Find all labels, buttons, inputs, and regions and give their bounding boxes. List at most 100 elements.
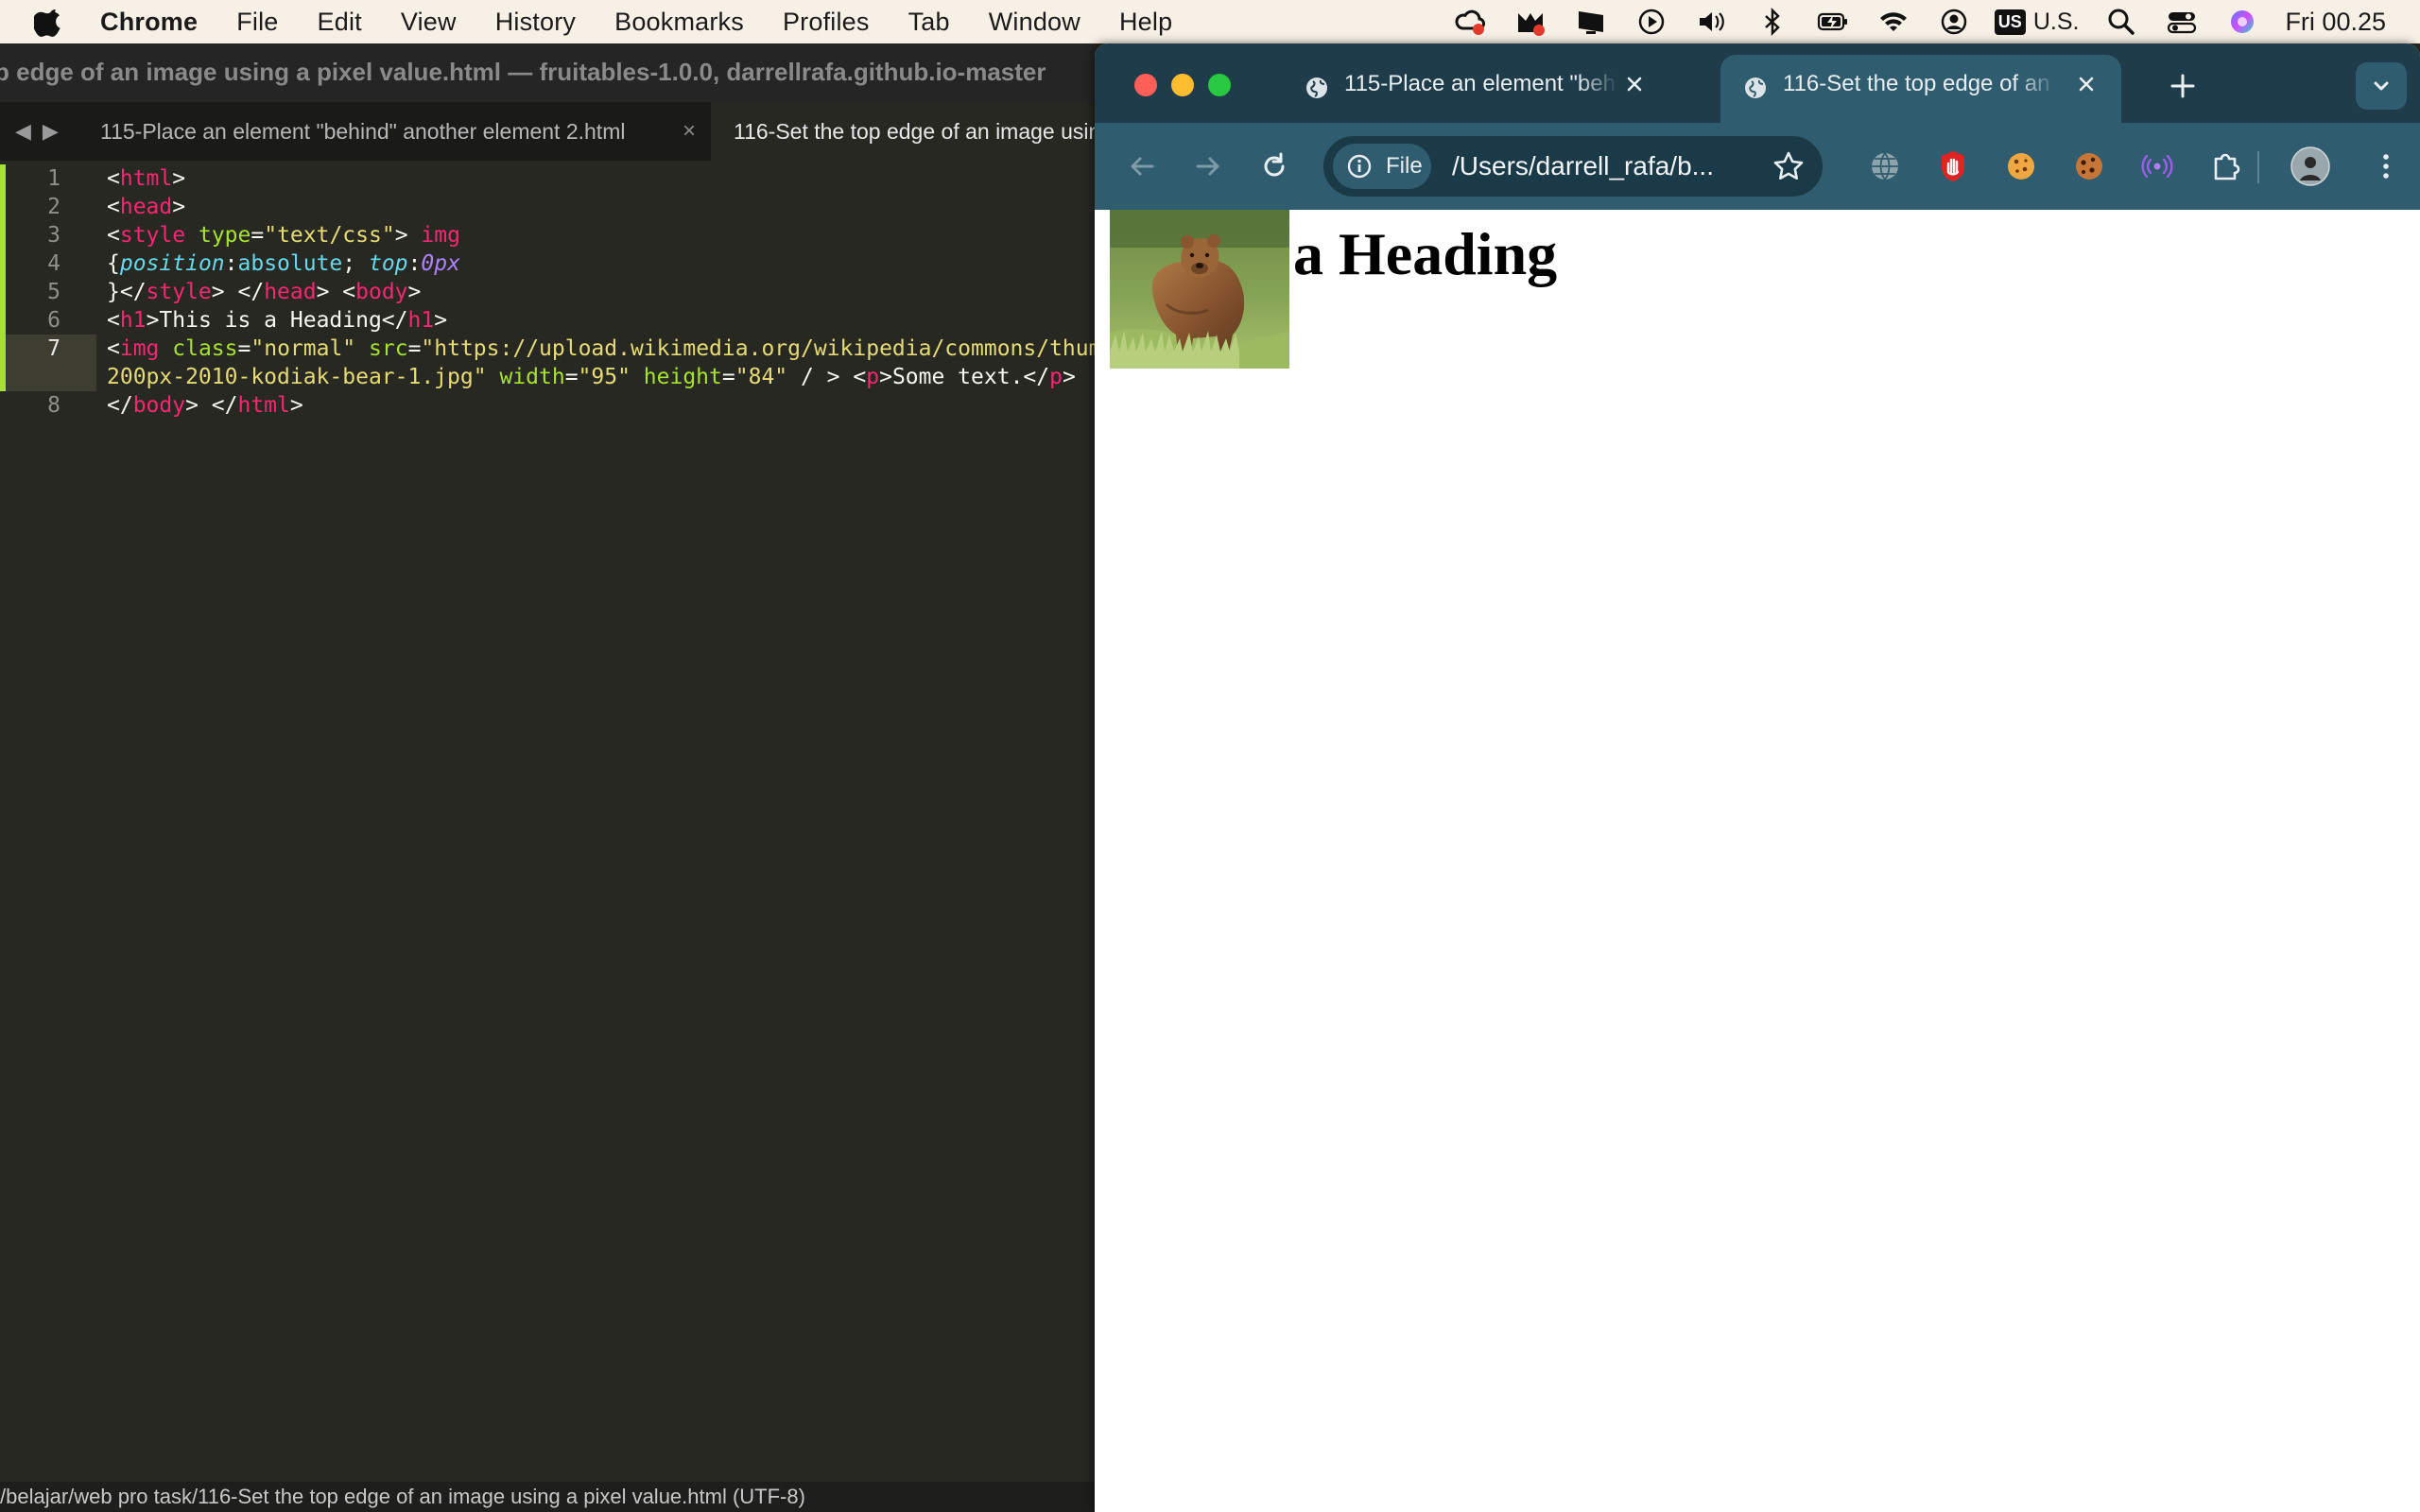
site-info-chip[interactable]: File	[1333, 144, 1431, 189]
menu-file[interactable]: File	[236, 8, 278, 37]
user-account-icon[interactable]	[1936, 4, 1972, 40]
menu-profiles[interactable]: Profiles	[783, 8, 870, 37]
puzzle-icon[interactable]	[2204, 146, 2246, 187]
chrome-window: 115-Place an element "behind" another el…	[1095, 43, 2420, 1512]
code-line: 5 }</style> </head> <body>	[0, 278, 1095, 306]
code-token: h1	[407, 308, 435, 333]
code-token: >	[407, 280, 422, 304]
window-zoom-button[interactable]	[1208, 74, 1231, 96]
close-icon[interactable]	[2072, 70, 2100, 98]
chrome-tab-116[interactable]: 116-Set the top edge of an image using a…	[1720, 55, 2121, 123]
menu-tab[interactable]: Tab	[908, 8, 950, 37]
code-token: :	[407, 251, 422, 276]
page-heading: a Heading	[1293, 220, 1558, 287]
spotlight-search-icon[interactable]	[2103, 4, 2139, 40]
broadcast-icon[interactable]	[2136, 146, 2178, 187]
wifi-icon[interactable]	[1876, 4, 1911, 40]
input-source-icon[interactable]: US	[1994, 9, 2026, 35]
cookie-editor-icon[interactable]	[2068, 146, 2110, 187]
chrome-tab-title: 116-Set the top edge of an image using a…	[1783, 71, 2057, 96]
code-token: style	[146, 280, 212, 304]
code-line: 3 <style type="text/css"> img	[0, 221, 1095, 249]
globe-icon[interactable]	[1864, 146, 1906, 187]
code-token: img	[421, 223, 460, 248]
menu-history[interactable]: History	[495, 8, 576, 37]
editor-status-bar: /belajar/web pro task/116-Set the top ed…	[0, 1482, 1095, 1512]
code-token: > <	[316, 280, 356, 304]
code-line-active: 7 <img class="normal" src="https://uploa…	[0, 335, 1095, 363]
code-token: 200px-2010-kodiak-bear-1.jpg"	[107, 365, 487, 389]
code-token: position	[119, 251, 225, 276]
window-minimize-button[interactable]	[1171, 74, 1194, 96]
code-token: =	[564, 365, 579, 389]
code-token: style	[119, 223, 186, 248]
line-number: 5	[47, 280, 60, 304]
tab-nav-forward-icon[interactable]: ▶	[43, 119, 59, 144]
code-token: >Some text.</	[879, 365, 1050, 389]
menu-view[interactable]: View	[401, 8, 457, 37]
window-close-button[interactable]	[1134, 74, 1157, 96]
line-number: 6	[47, 308, 60, 333]
address-bar[interactable]: File /Users/darrell_rafa/b...	[1323, 136, 1823, 197]
menu-bookmarks[interactable]: Bookmarks	[614, 8, 744, 37]
code-token: >	[172, 195, 186, 219]
code-token: head	[119, 195, 173, 219]
creative-cloud-icon[interactable]	[1452, 4, 1488, 40]
bookmark-star-icon[interactable]	[1772, 149, 1806, 183]
control-center-icon[interactable]	[2164, 4, 2200, 40]
code-token: ;	[342, 251, 369, 276]
code-token: >	[394, 223, 422, 248]
reload-button[interactable]	[1255, 147, 1293, 185]
display-icon[interactable]	[1573, 4, 1609, 40]
code-token: >	[172, 166, 186, 191]
menu-chrome[interactable]: Chrome	[100, 8, 198, 37]
menu-bar-clock[interactable]: Fri 00.25	[2285, 8, 2386, 37]
apple-icon[interactable]	[34, 6, 66, 38]
code-token: head	[264, 280, 317, 304]
new-tab-plus-icon[interactable]	[2167, 70, 2199, 102]
code-token: <	[107, 336, 120, 361]
input-source-label[interactable]: U.S.	[2033, 9, 2080, 36]
profile-avatar[interactable]	[2290, 146, 2331, 187]
forward-button[interactable]	[1189, 147, 1227, 185]
address-bar-url[interactable]: /Users/darrell_rafa/b...	[1452, 136, 1714, 197]
code-line: 6 <h1>This is a Heading</h1>	[0, 306, 1095, 335]
arrow-left-icon	[1131, 157, 1154, 176]
chrome-tab-115[interactable]: 115-Place an element "behind" another el…	[1282, 55, 1669, 123]
editor-tab-115[interactable]: 115-Place an element "behind" another el…	[81, 102, 705, 161]
chrome-menu-button[interactable]	[2367, 147, 2405, 185]
battery-charging-icon[interactable]	[1815, 4, 1851, 40]
cookie-icon[interactable]	[2000, 146, 2042, 187]
volume-icon[interactable]	[1694, 4, 1730, 40]
menu-window[interactable]: Window	[989, 8, 1080, 37]
code-token: class	[172, 336, 238, 361]
code-token: > </	[211, 280, 265, 304]
code-token: "normal"	[251, 336, 356, 361]
code-token: }</	[107, 280, 147, 304]
line-number: 1	[47, 166, 60, 191]
mail-notification-icon[interactable]	[1512, 4, 1548, 40]
play-icon[interactable]	[1634, 4, 1669, 40]
code-token: <	[107, 308, 120, 333]
menu-help[interactable]: Help	[1119, 8, 1172, 37]
code-token: >	[289, 393, 303, 418]
tab-search-button[interactable]	[2356, 62, 2407, 110]
code-token: >	[1062, 365, 1076, 389]
hand-stop-icon[interactable]	[1932, 146, 1974, 187]
code-token: <	[107, 195, 120, 219]
menu-bar: Chrome File Edit View History Bookmarks …	[0, 0, 2420, 43]
code-area[interactable]: 1 <html> 2 <head> 3 <style type="text/cs…	[0, 164, 1095, 420]
close-icon[interactable]	[1620, 70, 1649, 98]
code-line-wrapped: 200px-2010-kodiak-bear-1.jpg" width="95"…	[0, 363, 1095, 391]
page-viewport[interactable]: a Heading	[1095, 210, 2420, 1512]
tab-nav-back-icon[interactable]: ◀	[15, 119, 31, 144]
editor-tab-116[interactable]: 116-Set the top edge of an image using a…	[711, 102, 1095, 161]
back-button[interactable]	[1123, 147, 1161, 185]
close-icon[interactable]: ×	[683, 102, 696, 161]
menu-edit[interactable]: Edit	[318, 8, 362, 37]
bluetooth-icon[interactable]	[1754, 4, 1790, 40]
code-token: img	[119, 336, 160, 361]
siri-icon[interactable]	[2224, 4, 2260, 40]
